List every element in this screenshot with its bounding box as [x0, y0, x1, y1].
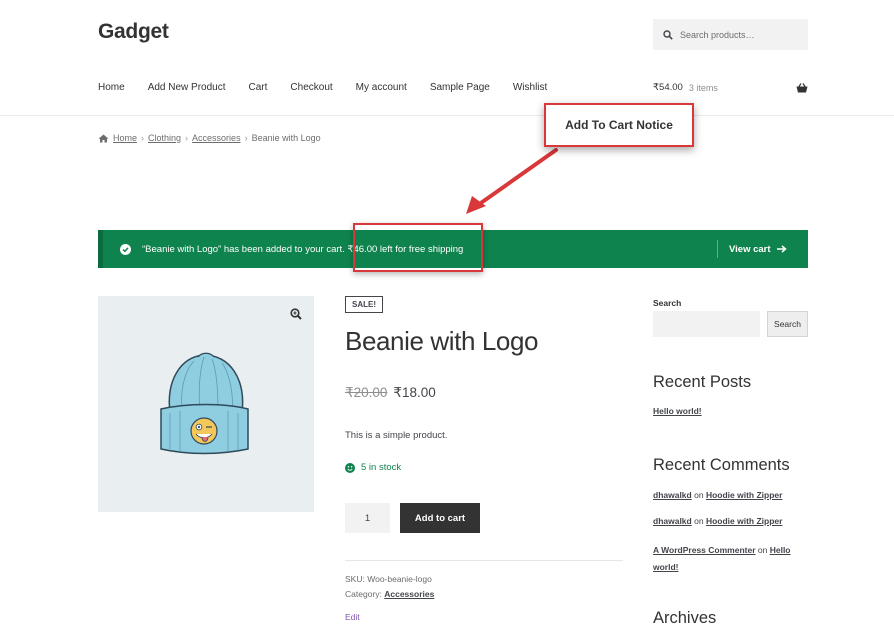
- annotation-arrow: [466, 148, 558, 214]
- annotation-highlight: [353, 223, 483, 272]
- annotation-label: Add To Cart Notice: [544, 103, 694, 147]
